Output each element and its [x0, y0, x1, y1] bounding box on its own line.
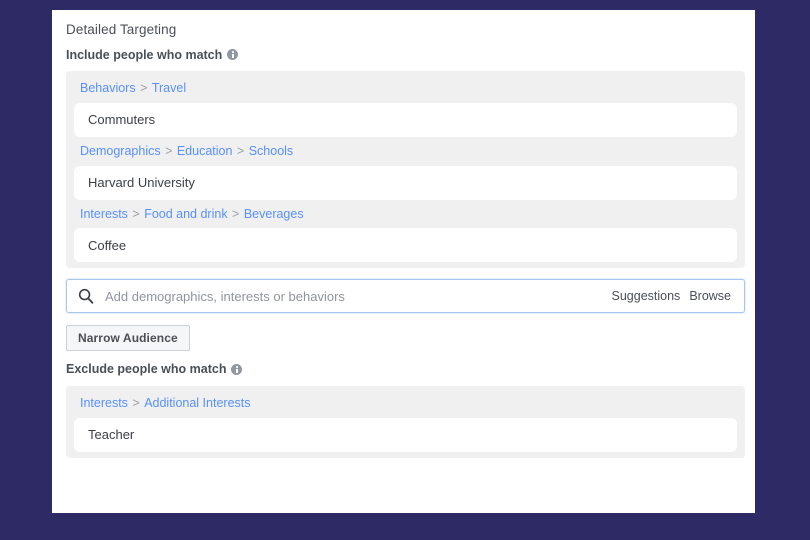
page-title: Detailed Targeting [66, 22, 177, 37]
panel-content: Detailed Targeting Include people who ma… [66, 10, 755, 458]
suggestions-button[interactable]: Suggestions [612, 289, 681, 303]
breadcrumb: Behaviors > Travel [66, 74, 745, 103]
breadcrumb: Demographics > Education > Schools [66, 137, 745, 166]
breadcrumb-segment[interactable]: Education [177, 144, 233, 158]
narrow-audience-button[interactable]: Narrow Audience [66, 325, 190, 352]
search-placeholder: Add demographics, interests or behaviors [105, 288, 345, 304]
breadcrumb-segment[interactable]: Additional Interests [144, 396, 250, 410]
breadcrumb-segment[interactable]: Schools [249, 144, 293, 158]
breadcrumb-segment[interactable]: Interests [80, 207, 128, 221]
exclude-targeting-group: Interests > Additional Interests Teacher [66, 385, 745, 458]
breadcrumb-segment[interactable]: Beverages [244, 207, 304, 221]
info-icon[interactable] [231, 364, 243, 375]
breadcrumb-separator: > [128, 395, 144, 410]
targeting-item[interactable]: Commuters [74, 102, 737, 137]
breadcrumb-segment[interactable]: Behaviors [80, 81, 136, 95]
breadcrumb: Interests > Food and drink > Beverages [66, 200, 745, 229]
breadcrumb: Interests > Additional Interests [66, 389, 745, 418]
targeting-item[interactable]: Harvard University [74, 165, 737, 200]
breadcrumb-segment[interactable]: Travel [152, 81, 186, 95]
breadcrumb-separator: > [128, 206, 144, 221]
include-label-text: Include people who match [66, 47, 223, 62]
browse-button[interactable]: Browse [689, 289, 731, 303]
breadcrumb-separator: > [161, 143, 176, 158]
targeting-item[interactable]: Coffee [74, 228, 737, 263]
info-icon[interactable] [227, 49, 239, 61]
include-people-who-match-label: Include people who match [66, 37, 755, 62]
breadcrumb-separator: > [228, 206, 243, 221]
breadcrumb-separator: > [233, 143, 248, 158]
include-targeting-group: Behaviors > Travel Commuters Demographics … [66, 71, 745, 269]
search-actions: Suggestions Browse [612, 289, 735, 303]
breadcrumb-segment[interactable]: Demographics [80, 144, 161, 158]
search-input[interactable]: Add demographics, interests or behaviors… [66, 279, 745, 314]
breadcrumb-segment[interactable]: Food and drink [144, 207, 227, 221]
breadcrumb-separator: > [136, 81, 151, 95]
detailed-targeting-card: Detailed Targeting Include people who ma… [52, 10, 755, 513]
exclude-people-who-match-label: Exclude people who match [66, 351, 755, 376]
breadcrumb-segment[interactable]: Interests [80, 396, 128, 410]
exclude-label-text: Exclude people who match [66, 362, 227, 377]
targeting-item[interactable]: Teacher [74, 417, 737, 452]
search-icon [78, 289, 94, 304]
